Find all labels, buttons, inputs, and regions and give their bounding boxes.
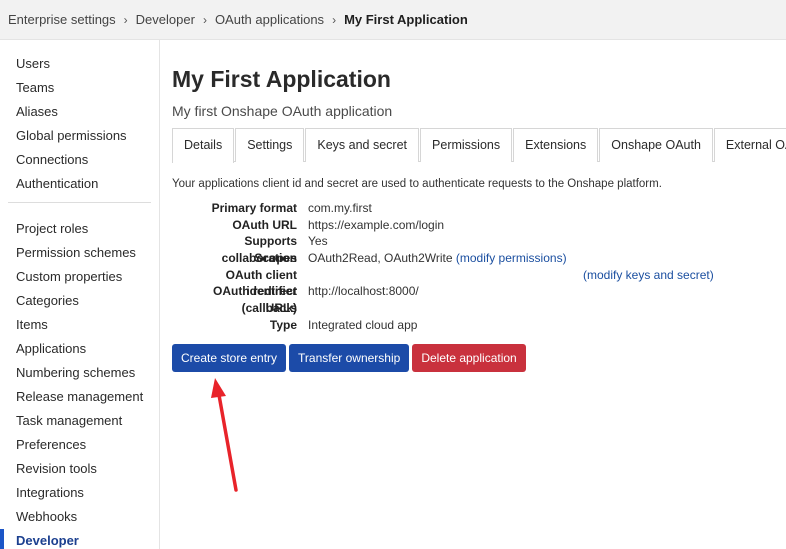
supports-collaboration-label: Supports collaboration: [221, 234, 297, 266]
details-properties: Primary format com.my.first OAuth URL ht…: [172, 200, 786, 334]
sidebar-item-authentication[interactable]: Authentication: [16, 172, 159, 196]
page-subtitle: My first Onshape OAuth application: [172, 103, 393, 119]
tab-external-oauth[interactable]: External OAuth: [713, 128, 786, 162]
page-title: My First Application: [172, 66, 391, 92]
urls-label: URLs: [265, 301, 297, 316]
property-row: Scopes OAuth2Read, OAuth2Write (modify p…: [172, 250, 786, 267]
primary-format-label: Primary format: [211, 201, 297, 215]
breadcrumb-current: My First Application: [344, 12, 468, 27]
tab-bar: Details Settings Keys and secret Permiss…: [172, 128, 786, 163]
sidebar-item-aliases[interactable]: Aliases: [16, 100, 159, 124]
chevron-right-icon: ›: [202, 12, 207, 27]
sidebar-item-preferences[interactable]: Preferences: [16, 433, 159, 457]
supports-collaboration-value: Yes: [308, 234, 328, 249]
sidebar-item-permission-schemes[interactable]: Permission schemes: [16, 241, 159, 265]
type-label: Type: [269, 317, 297, 332]
sidebar-group-settings: Project roles Permission schemes Custom …: [0, 209, 159, 549]
details-description: Your applications client id and secret a…: [172, 178, 662, 190]
tab-permissions[interactable]: Permissions: [420, 128, 513, 162]
sidebar-divider: [8, 202, 151, 203]
property-row: OAuth redirect (callback) http://localho…: [172, 283, 786, 316]
sidebar-item-developer[interactable]: Developer: [0, 529, 159, 549]
oauth-redirect-value: http://localhost:8000/: [308, 284, 419, 299]
sidebar-item-teams[interactable]: Teams: [16, 76, 159, 100]
property-row: URLs: [172, 300, 786, 317]
tab-details[interactable]: Details: [172, 128, 235, 163]
sidebar-item-connections[interactable]: Connections: [16, 148, 159, 172]
breadcrumb-developer[interactable]: Developer: [136, 12, 195, 27]
tab-extensions[interactable]: Extensions: [513, 128, 599, 162]
property-row: Type Integrated cloud app: [172, 317, 786, 334]
property-row: OAuth URL https://example.com/login: [172, 217, 786, 234]
chevron-right-icon: ›: [123, 12, 128, 27]
delete-application-button[interactable]: Delete application: [412, 343, 526, 372]
sidebar-item-items[interactable]: Items: [16, 313, 159, 337]
sidebar-item-global-permissions[interactable]: Global permissions: [16, 124, 159, 148]
urls-value: [308, 300, 786, 317]
oauth-client-identifier-label: OAuth client identifier: [225, 267, 297, 299]
scopes-value: OAuth2Read, OAuth2Write: [308, 251, 453, 266]
sidebar-item-integrations[interactable]: Integrations: [16, 481, 159, 505]
sidebar-item-categories[interactable]: Categories: [16, 289, 159, 313]
oauth-redirect-label: OAuth redirect (callback): [212, 284, 297, 316]
modify-permissions-link[interactable]: (modify permissions): [456, 251, 567, 265]
property-row: Supports collaboration Yes: [172, 233, 786, 266]
sidebar-item-webhooks[interactable]: Webhooks: [16, 505, 159, 529]
sidebar-item-project-roles[interactable]: Project roles: [16, 217, 159, 241]
breadcrumb-enterprise-settings[interactable]: Enterprise settings: [8, 12, 116, 27]
sidebar-item-task-management[interactable]: Task management: [16, 409, 159, 433]
sidebar-group-general: Users Teams Aliases Global permissions C…: [0, 40, 159, 196]
oauth-url-value: https://example.com/login: [308, 217, 445, 232]
scopes-label: Scopes: [254, 251, 297, 266]
oauth-client-identifier-value: (modify keys and secret): [308, 267, 786, 284]
transfer-ownership-button[interactable]: Transfer ownership: [289, 343, 410, 372]
create-store-entry-button[interactable]: Create store entry: [172, 343, 287, 372]
sidebar-item-release-management[interactable]: Release management: [16, 385, 159, 409]
main-content: My First Application My first Onshape OA…: [172, 40, 786, 372]
modify-keys-link[interactable]: (modify keys and secret): [583, 267, 714, 284]
action-buttons: Create store entry Transfer ownership De…: [172, 343, 786, 372]
property-row: OAuth client identifier (modify keys and…: [172, 267, 786, 299]
primary-format-value: com.my.first: [308, 201, 372, 215]
sidebar-item-custom-properties[interactable]: Custom properties: [16, 265, 159, 289]
tab-settings[interactable]: Settings: [235, 128, 305, 162]
property-row: Primary format com.my.first: [172, 200, 786, 217]
oauth-url-label: OAuth URL: [232, 217, 297, 232]
type-value: Integrated cloud app: [308, 317, 418, 332]
breadcrumb: Enterprise settings › Developer › OAuth …: [0, 0, 786, 40]
scopes-value-cell: OAuth2Read, OAuth2Write (modify permissi…: [308, 250, 786, 267]
tab-keys-and-secret[interactable]: Keys and secret: [305, 128, 420, 162]
breadcrumb-oauth-applications[interactable]: OAuth applications: [215, 12, 324, 27]
chevron-right-icon: ›: [332, 12, 337, 27]
sidebar-item-applications[interactable]: Applications: [16, 337, 159, 361]
sidebar-item-numbering-schemes[interactable]: Numbering schemes: [16, 361, 159, 385]
sidebar-item-revision-tools[interactable]: Revision tools: [16, 457, 159, 481]
sidebar-item-users[interactable]: Users: [16, 52, 159, 76]
sidebar: Users Teams Aliases Global permissions C…: [0, 40, 160, 549]
tab-onshape-oauth[interactable]: Onshape OAuth: [599, 128, 713, 162]
